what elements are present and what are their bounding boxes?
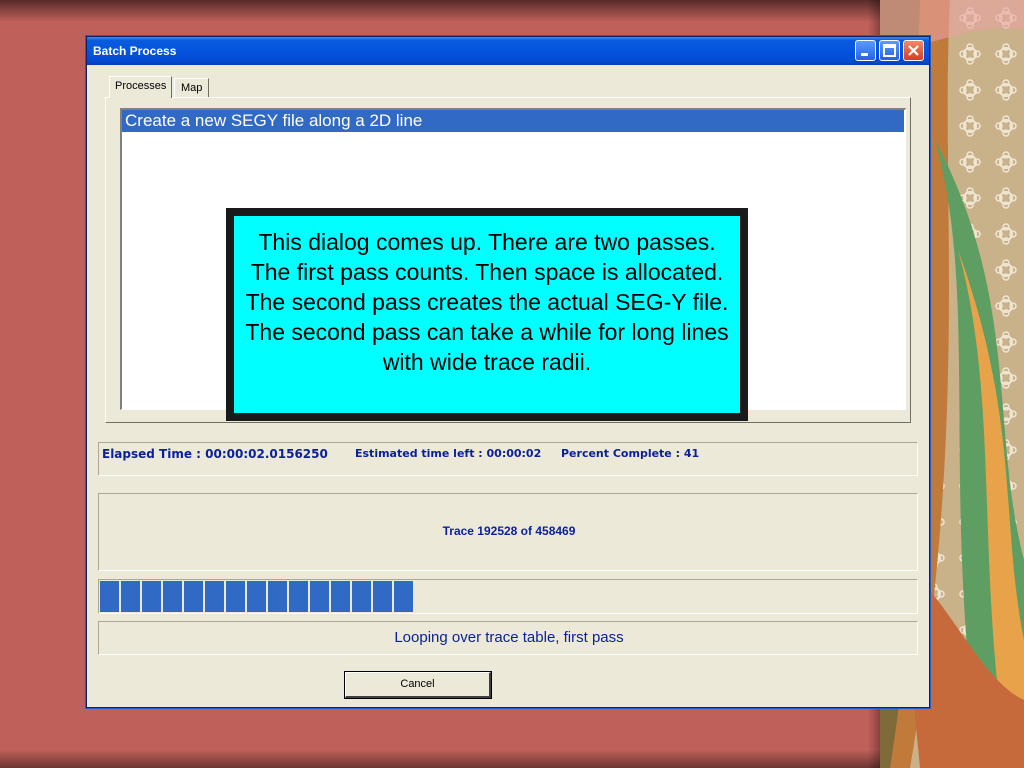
- loop-status-panel: Looping over trace table, first pass: [98, 621, 918, 655]
- cancel-button[interactable]: Cancel: [344, 671, 492, 699]
- estimated-time-label: Estimated time left : 00:00:02: [355, 447, 542, 460]
- minimize-button[interactable]: [855, 40, 876, 61]
- title-bar[interactable]: Batch Process: [87, 37, 929, 65]
- status-row: Elapsed Time : 00:00:02.0156250 Estimate…: [98, 442, 918, 476]
- trace-counter: Trace 192528 of 458469: [442, 524, 576, 538]
- process-list-item[interactable]: Create a new SEGY file along a 2D line: [122, 110, 904, 132]
- maximize-button[interactable]: [879, 40, 900, 61]
- window-title: Batch Process: [93, 44, 177, 58]
- progress-track: [99, 580, 917, 613]
- maximize-icon: [883, 44, 896, 57]
- trace-panel: Trace 192528 of 458469: [98, 493, 918, 571]
- tab-map[interactable]: Map: [174, 78, 210, 97]
- close-button[interactable]: [903, 40, 924, 61]
- elapsed-time-label: Elapsed Time : 00:00:02.0156250: [102, 447, 328, 461]
- progress-bar: [98, 579, 918, 614]
- loop-status-text: Looping over trace table, first pass: [394, 629, 624, 646]
- tab-processes[interactable]: Processes: [109, 76, 173, 98]
- annotation-callout: This dialog comes up. There are two pass…: [226, 208, 748, 421]
- minimize-icon: [861, 53, 868, 56]
- progress-fill: [100, 581, 413, 612]
- percent-complete-label: Percent Complete : 41: [561, 447, 700, 460]
- callout-text: This dialog comes up. There are two pass…: [234, 216, 740, 413]
- close-icon: [908, 45, 919, 56]
